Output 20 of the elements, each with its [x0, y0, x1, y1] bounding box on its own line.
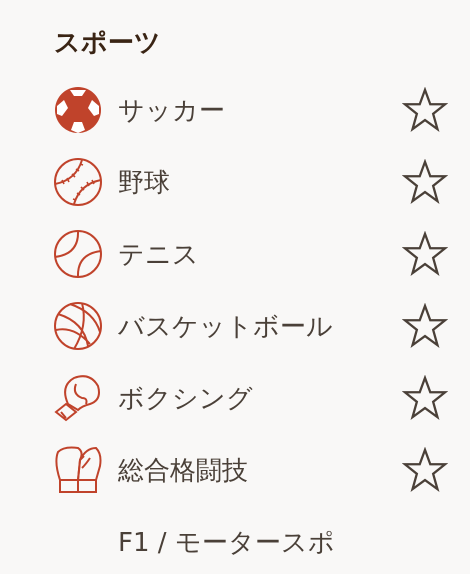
baseball-icon — [54, 158, 102, 206]
favorite-star-icon[interactable] — [402, 87, 448, 133]
sport-label[interactable]: サッカー — [118, 92, 402, 128]
boxing-glove-icon — [54, 374, 102, 422]
favorite-star-icon[interactable] — [402, 447, 448, 493]
basketball-icon — [54, 302, 102, 350]
favorite-star-icon[interactable] — [402, 375, 448, 421]
sport-label[interactable]: テニス — [118, 236, 402, 272]
favorite-star-icon[interactable] — [402, 231, 448, 277]
sport-label[interactable]: 野球 — [118, 164, 402, 200]
sport-label[interactable]: 総合格闘技 — [118, 452, 402, 488]
soccer-ball-icon — [54, 86, 102, 134]
boxing-gloves-icon — [54, 446, 102, 494]
sport-label[interactable]: F1 / モータースポ — [118, 524, 448, 560]
favorite-star-icon[interactable] — [402, 159, 448, 205]
favorite-star-icon[interactable] — [402, 303, 448, 349]
tennis-ball-icon — [54, 230, 102, 278]
sport-label[interactable]: ボクシング — [118, 380, 402, 416]
section-title: スポーツ — [54, 27, 162, 60]
sport-label[interactable]: バスケットボール — [118, 308, 402, 344]
